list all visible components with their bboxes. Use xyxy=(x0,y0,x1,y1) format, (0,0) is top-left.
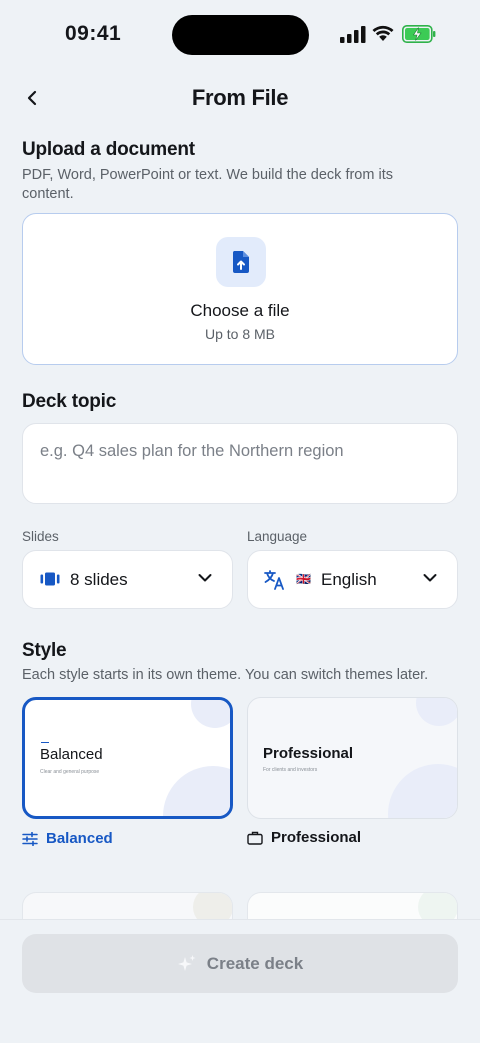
upload-heading: Upload a document xyxy=(22,139,195,160)
style-option-professional[interactable]: Professional xyxy=(247,829,361,846)
preview-subtitle: For clients and investors xyxy=(263,767,318,773)
topic-heading: Deck topic xyxy=(22,391,117,412)
preview-subtitle: Clear and general purpose xyxy=(40,769,100,775)
preview-decoration xyxy=(416,698,457,726)
create-deck-button[interactable]: Create deck xyxy=(22,934,458,993)
dynamic-island xyxy=(172,15,309,55)
page-title: From File xyxy=(191,85,289,110)
preview-decoration xyxy=(163,766,230,816)
create-deck-label: Create deck xyxy=(206,953,304,973)
chevron-down-icon xyxy=(423,574,437,582)
style-description: Each style starts in its own theme. You … xyxy=(22,667,429,683)
choose-file-title: Choose a file xyxy=(190,301,290,320)
preview-decoration xyxy=(191,700,230,728)
status-bar: 09:41 xyxy=(0,0,480,70)
slides-label: Slides xyxy=(22,529,59,544)
battery-charging-icon xyxy=(402,25,436,43)
style-card-professional[interactable]: Professional For clients and investors xyxy=(247,697,458,819)
style-option-label: Professional xyxy=(271,829,362,846)
style-option-label: Balanced xyxy=(46,830,113,847)
slides-carousel-icon xyxy=(40,572,60,586)
preview-accent-line xyxy=(41,742,49,743)
preview-title: Professional xyxy=(263,745,354,762)
sliders-icon xyxy=(22,831,38,846)
slides-value: 8 slides xyxy=(70,570,128,589)
wifi-icon xyxy=(372,25,394,41)
uk-flag-icon: 🇬🇧 xyxy=(296,572,311,586)
language-select[interactable]: 🇬🇧 English xyxy=(247,550,458,609)
preview-title: Balanced xyxy=(40,746,103,763)
file-size-limit: Up to 8 MB xyxy=(204,326,276,342)
deck-topic-input[interactable] xyxy=(22,423,458,504)
chevron-down-icon xyxy=(198,574,212,582)
upload-description: PDF, Word, PowerPoint or text. We build … xyxy=(22,167,393,202)
slides-select[interactable]: 8 slides xyxy=(22,550,233,609)
status-time: 09:41 xyxy=(65,22,122,45)
sparkles-icon xyxy=(177,954,196,971)
preview-decoration xyxy=(388,764,457,818)
style-option-balanced[interactable]: Balanced xyxy=(22,830,113,847)
style-heading: Style xyxy=(22,640,67,661)
language-label: Language xyxy=(247,529,308,544)
briefcase-icon xyxy=(247,831,263,845)
cellular-signal-icon xyxy=(340,26,366,43)
translate-icon xyxy=(264,570,284,590)
style-card-balanced[interactable]: Balanced Clear and general purpose xyxy=(22,697,233,819)
file-upload-icon xyxy=(216,237,266,287)
choose-file-card[interactable]: Choose a file Up to 8 MB xyxy=(22,213,458,365)
language-value: English xyxy=(321,570,377,589)
